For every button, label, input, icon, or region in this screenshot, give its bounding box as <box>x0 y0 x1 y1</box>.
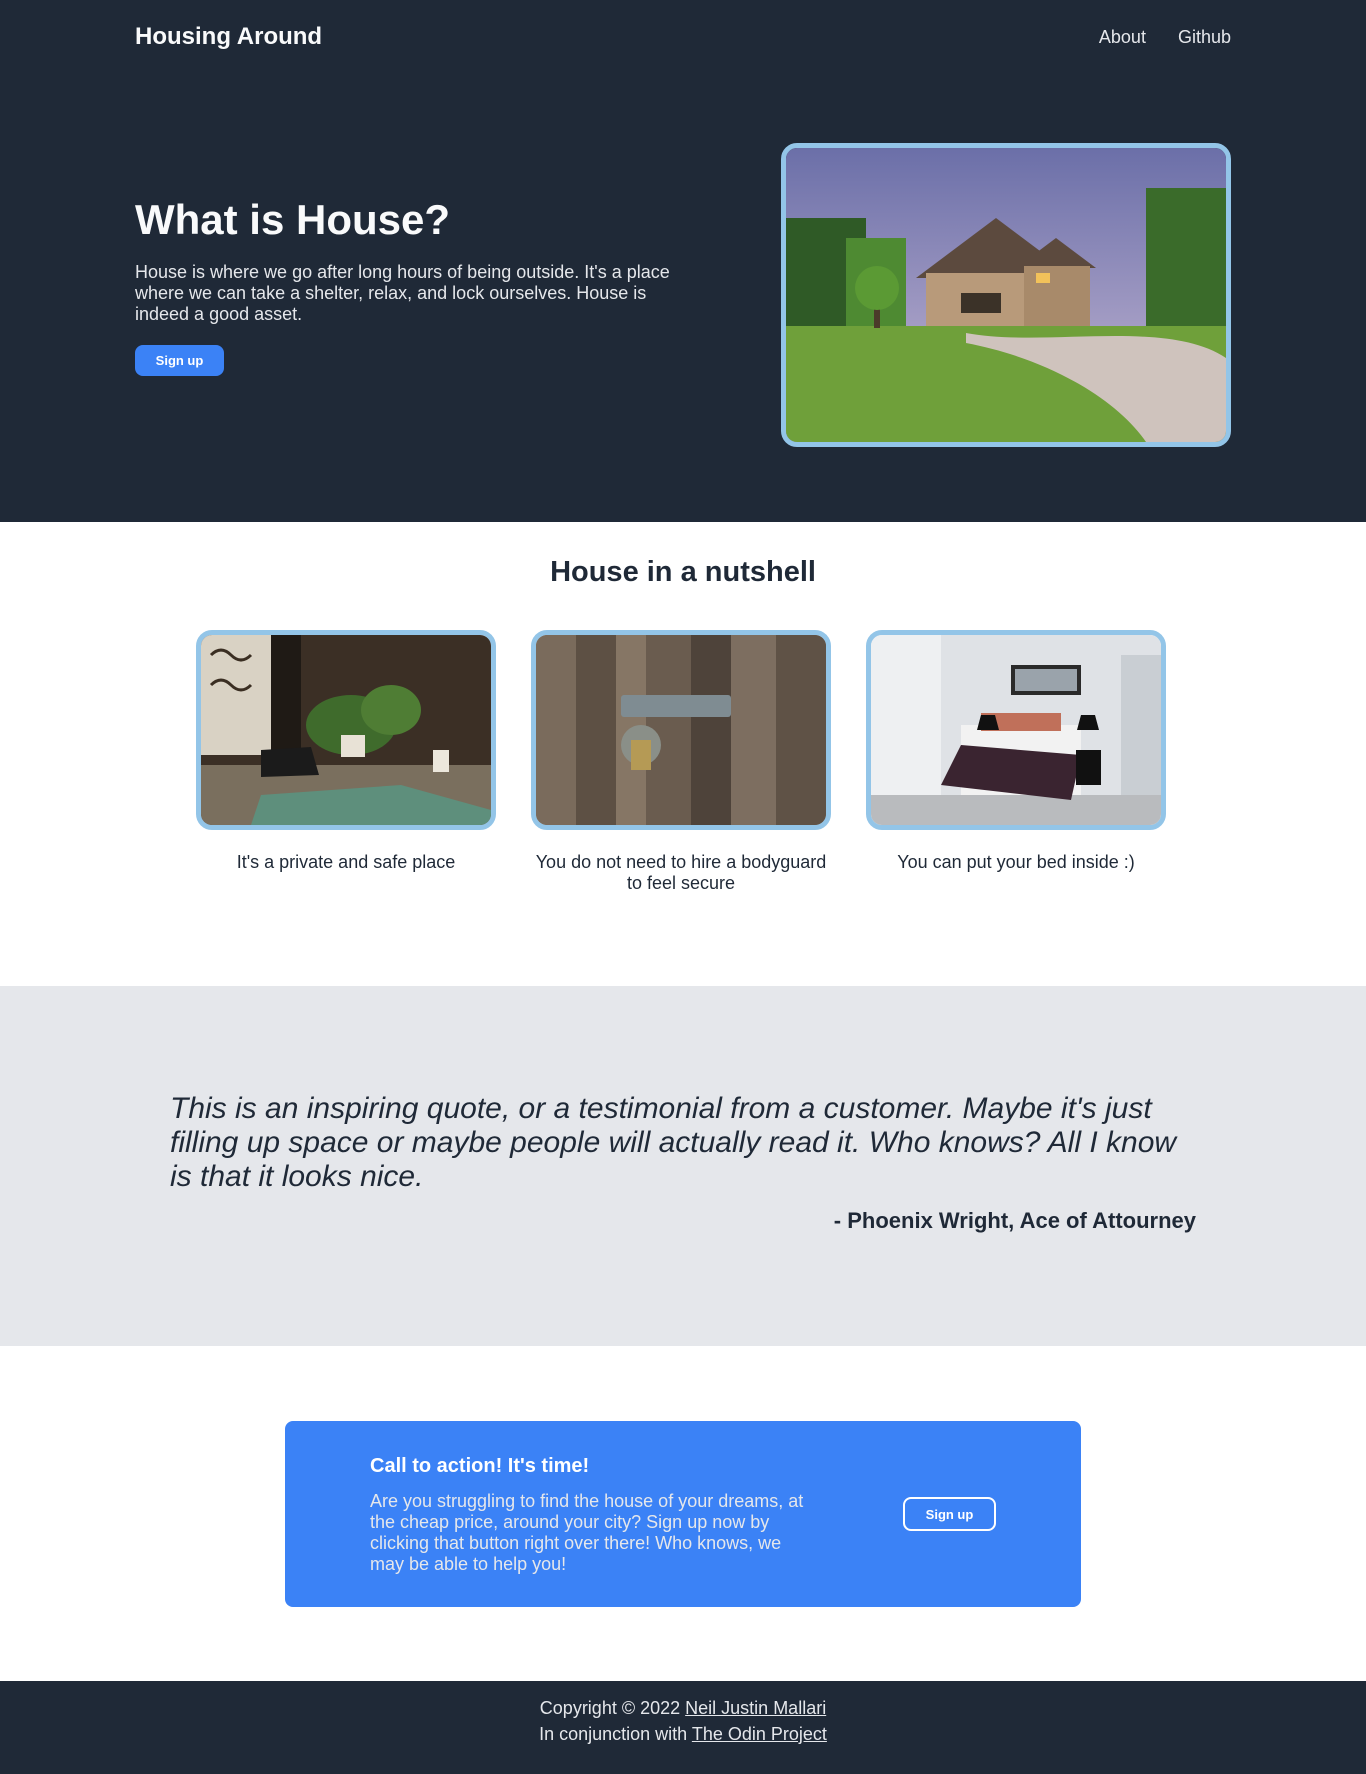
nav-link-about[interactable]: About <box>1099 22 1146 52</box>
feature-card-private: It's a private and safe place <box>196 630 496 873</box>
odin-project-link[interactable]: The Odin Project <box>692 1724 827 1744</box>
footer-copyright: Copyright © 2022 Neil Justin Mallari <box>0 1696 1366 1720</box>
nutshell-section: House in a nutshell It's a private and s… <box>0 522 1366 986</box>
feature-caption: You do not need to hire a bodyguard to f… <box>535 852 827 893</box>
nav-link-github[interactable]: Github <box>1178 22 1231 52</box>
testimonial-quote: This is an inspiring quote, or a testimo… <box>170 1092 1177 1193</box>
brand-logo[interactable]: Housing Around <box>135 22 322 52</box>
living-room-photo <box>196 630 496 830</box>
quote-section: This is an inspiring quote, or a testimo… <box>0 986 1366 1346</box>
conjunction-text: In conjunction with <box>539 1724 688 1744</box>
top-nav: Housing Around About Github <box>135 22 1231 52</box>
cta-title: Call to action! It's time! <box>370 1455 590 1477</box>
footer: Copyright © 2022 Neil Justin Mallari In … <box>0 1681 1366 1774</box>
author-link[interactable]: Neil Justin Mallari <box>685 1698 826 1718</box>
testimonial-author: - Phoenix Wright, Ace of Attourney <box>833 1208 1196 1233</box>
copyright-text: Copyright © 2022 <box>539 1698 681 1718</box>
hero-signup-button[interactable]: Sign up <box>135 345 224 376</box>
house-photo <box>781 143 1231 447</box>
hero-text: What is House? House is where we go afte… <box>135 196 695 376</box>
cta-description: Are you struggling to find the house of … <box>370 1491 804 1574</box>
cta-box: Call to action! It's time! Are you strug… <box>285 1421 1081 1607</box>
cta-signup-button[interactable]: Sign up <box>903 1497 996 1531</box>
footer-conjunction: In conjunction with The Odin Project <box>0 1722 1366 1746</box>
feature-card-secure: You do not need to hire a bodyguard to f… <box>531 630 831 894</box>
nav-links: About Github <box>1099 22 1231 52</box>
padlock-door-photo <box>531 630 831 830</box>
cta-section: Call to action! It's time! Are you strug… <box>0 1346 1366 1681</box>
feature-card-bed: You can put your bed inside :) <box>866 630 1166 873</box>
hero-description: House is where we go after long hours of… <box>135 262 670 324</box>
nutshell-title: House in a nutshell <box>550 556 816 588</box>
feature-caption: You can put your bed inside :) <box>897 852 1135 872</box>
hero-section: Housing Around About Github What is Hous… <box>0 0 1366 522</box>
feature-caption: It's a private and safe place <box>236 852 456 872</box>
bedroom-photo <box>866 630 1166 830</box>
hero-title: What is House? <box>135 196 451 243</box>
